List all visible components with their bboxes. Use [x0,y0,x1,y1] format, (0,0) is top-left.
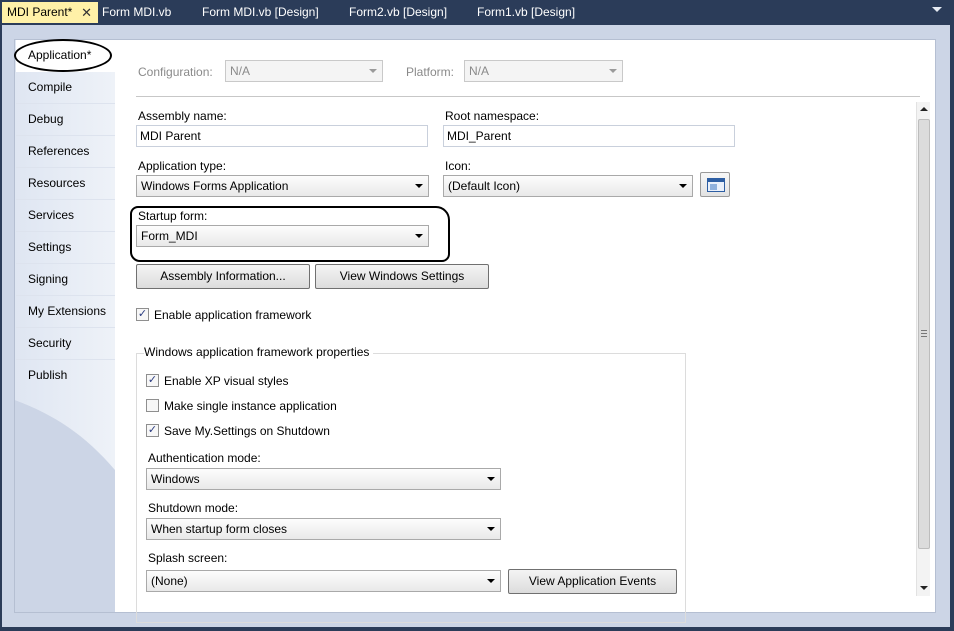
icon-label: Icon: [445,159,472,173]
application-type-select[interactable]: Windows Forms Application [136,175,429,197]
tab-label: Form MDI.vb [102,5,172,19]
configuration-select[interactable]: N/A [225,60,383,82]
authentication-mode-value: Windows [151,472,200,486]
nav-item-label: Security [28,336,72,350]
nav-item-publish[interactable]: Publish [16,360,115,392]
authentication-mode-label: Authentication mode: [148,451,261,465]
nav-item-application[interactable]: Application* [14,39,115,72]
vertical-scrollbar[interactable] [916,102,930,596]
configuration-label: Configuration: [138,65,213,79]
nav-item-resources[interactable]: Resources [16,168,115,200]
nav-item-label: References [28,144,90,158]
save-settings-checkbox[interactable]: ✓ [146,424,159,437]
startup-form-label: Startup form: [138,209,208,223]
root-namespace-input[interactable]: MDI_Parent [443,125,735,147]
startup-form-select[interactable]: Form_MDI [136,225,429,247]
enable-framework-label: Enable application framework [154,308,312,322]
chevron-down-icon [369,69,377,73]
nav-item-security[interactable]: Security [16,328,115,360]
xp-styles-checkbox[interactable]: ✓ [146,374,159,387]
window-icon [707,178,725,192]
nav-item-signing[interactable]: Signing [16,264,115,296]
icon-select[interactable]: (Default Icon) [443,175,693,197]
configuration-value: N/A [230,64,251,78]
nav-item-label: My Extensions [28,304,107,318]
chevron-down-icon [609,69,617,73]
platform-select[interactable]: N/A [464,60,623,82]
nav-item-services[interactable]: Services [16,200,115,232]
chevron-down-icon [679,184,687,188]
splash-screen-select[interactable]: (None) [146,570,501,592]
chevron-down-icon [487,527,495,531]
nav-item-label: Services [28,208,75,222]
chevron-down-icon [487,579,495,583]
assembly-name-label: Assembly name: [138,109,227,123]
application-type-value: Windows Forms Application [141,179,289,193]
assembly-name-input[interactable]: MDI Parent [136,125,428,147]
root-namespace-label: Root namespace: [445,109,540,123]
application-type-label: Application type: [138,159,227,173]
nav-item-compile[interactable]: Compile [16,72,115,104]
nav-item-label: Settings [28,240,72,254]
splash-screen-label: Splash screen: [148,551,228,565]
shutdown-mode-value: When startup form closes [151,522,288,536]
tab-form-mdi-vb[interactable]: Form MDI.vb [96,2,171,23]
nav-item-debug[interactable]: Debug [16,104,115,136]
icon-browse-button[interactable] [700,172,730,197]
close-icon[interactable]: ✕ [81,2,92,23]
application-settings: Configuration: N/A Platform: N/A Assembl… [116,40,935,623]
authentication-mode-select[interactable]: Windows [146,468,501,490]
document-tab-strip: MDI Parent* ✕ Form MDI.vb Form MDI.vb [D… [0,0,954,25]
startup-form-value: Form_MDI [141,229,198,243]
nav-item-label: Signing [28,272,69,286]
tab-label: Form2.vb [Design] [349,5,448,19]
platform-value: N/A [469,64,490,78]
single-instance-label: Make single instance application [164,399,337,413]
properties-nav: Application* Compile Debug References Re… [14,39,115,612]
enable-framework-checkbox[interactable]: ✓ [136,308,149,321]
view-application-events-button[interactable]: View Application Events [508,569,677,594]
chevron-down-icon [487,477,495,481]
editor-frame: Application* Compile Debug References Re… [2,25,950,627]
project-properties-page: Application* Compile Debug References Re… [14,39,936,623]
splash-screen-value: (None) [151,574,188,588]
grip-icon [921,330,927,337]
nav-item-label: Compile [28,80,73,94]
tab-label: Form MDI.vb [Design] [202,5,319,19]
tab-form1-design[interactable]: Form1.vb [Design] [471,2,575,23]
tab-dropdown-icon[interactable] [932,7,942,12]
nav-item-settings[interactable]: Settings [16,232,115,264]
shutdown-mode-label: Shutdown mode: [148,501,239,515]
scroll-thumb[interactable] [918,119,930,549]
assembly-information-button[interactable]: Assembly Information... [136,264,310,289]
nav-item-my-extensions[interactable]: My Extensions [16,296,115,328]
highlight-ellipse [14,39,112,72]
view-windows-settings-button[interactable]: View Windows Settings [315,264,489,289]
tab-form-mdi-design[interactable]: Form MDI.vb [Design] [196,2,319,23]
tab-mdi-parent[interactable]: MDI Parent* ✕ [2,2,98,23]
shutdown-mode-select[interactable]: When startup form closes [146,518,501,540]
divider [136,96,920,97]
tab-form2-design[interactable]: Form2.vb [Design] [343,2,447,23]
single-instance-checkbox[interactable] [146,399,159,412]
save-settings-label: Save My.Settings on Shutdown [164,424,330,438]
nav-item-references[interactable]: References [16,136,115,168]
tab-label: MDI Parent* [7,5,73,19]
nav-item-label: Debug [28,112,64,126]
scroll-up-icon[interactable] [920,107,928,111]
nav-item-label: Publish [28,368,68,382]
scroll-down-icon[interactable] [920,586,928,590]
chevron-down-icon [415,184,423,188]
icon-value: (Default Icon) [448,179,521,193]
framework-properties-title: Windows application framework properties [144,345,374,359]
platform-label: Platform: [406,65,455,79]
xp-styles-label: Enable XP visual styles [164,374,289,388]
nav-item-label: Resources [28,176,86,190]
chevron-down-icon [415,234,423,238]
tab-label: Form1.vb [Design] [477,5,576,19]
